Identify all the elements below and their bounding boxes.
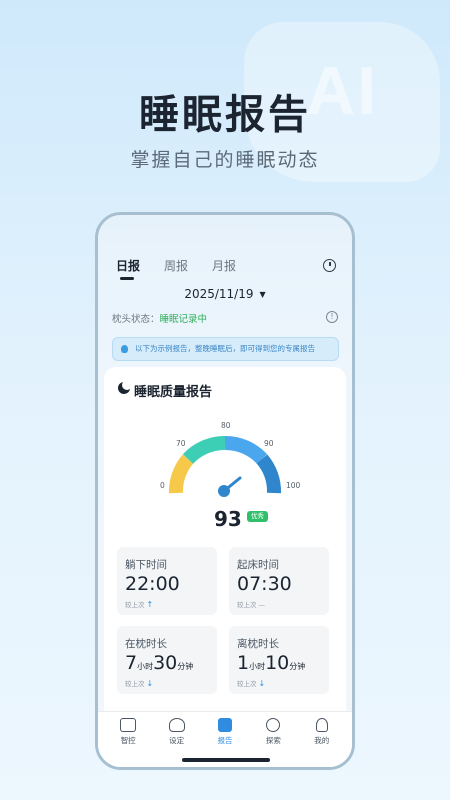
- stat-bedtime[interactable]: 躺下时间 22:00 较上次 ↑: [117, 547, 217, 615]
- gauge-label-70: 70: [176, 439, 186, 448]
- stat-value: 22:00: [125, 573, 180, 595]
- nav-label: 设定: [169, 736, 185, 745]
- hero-subtitle: 掌握自己的睡眠动态: [130, 149, 320, 171]
- compare-label: 较上次: [237, 680, 257, 688]
- minutes-unit: 分钟: [289, 662, 306, 671]
- arrow-down-icon: ↓: [258, 679, 266, 688]
- info-icon[interactable]: !: [326, 311, 338, 323]
- compare-label: 较上次: [125, 601, 145, 609]
- stat-label: 离枕时长: [237, 638, 279, 650]
- notice-text: 以下为示例报告，整晚睡眠后，即可得到您的专属报告: [135, 344, 315, 353]
- gauge-label-80: 80: [221, 421, 231, 430]
- history-icon[interactable]: [323, 259, 336, 272]
- gauge-needle: [222, 476, 242, 493]
- arrow-up-icon: ↑: [146, 600, 154, 609]
- sleep-score: 93: [214, 507, 242, 531]
- sample-notice-banner: 以下为示例报告，整晚睡眠后，即可得到您的专属报告: [112, 337, 339, 361]
- date-selector[interactable]: 2025/11/19 ▼: [98, 287, 352, 301]
- tab-monthly[interactable]: 月报: [212, 257, 236, 274]
- home-indicator: [182, 758, 270, 762]
- stat-out-of-bed-duration[interactable]: 离枕时长 1小时10分钟 较上次 ↓: [229, 626, 329, 694]
- tab-daily[interactable]: 日报: [116, 257, 140, 280]
- stat-compare: 较上次 ↓: [237, 678, 265, 688]
- nav-item-remote[interactable]: 智控: [108, 718, 148, 767]
- stat-label: 起床时间: [237, 559, 279, 571]
- nav-label: 智控: [120, 736, 136, 745]
- minutes-value: 10: [265, 652, 290, 674]
- nav-label: 报告: [217, 736, 233, 745]
- tab-weekly[interactable]: 周报: [164, 257, 188, 274]
- status-label: 枕头状态：: [112, 314, 160, 325]
- hero-title: 睡眠报告: [139, 92, 311, 138]
- compare-label: 较上次: [125, 680, 145, 688]
- hours-value: 1: [237, 652, 250, 674]
- stat-value: 07:30: [237, 573, 292, 595]
- nav-label: 探索: [265, 736, 281, 745]
- stat-wake-time[interactable]: 起床时间 07:30 较上次 —: [229, 547, 329, 615]
- settings-icon: [168, 718, 185, 732]
- profile-icon: [315, 718, 328, 732]
- gauge-segment-4: [256, 454, 281, 494]
- arrow-down-icon: ↓: [146, 679, 154, 688]
- compare-label: 较上次: [237, 601, 257, 609]
- phone-frame: 日报 周报 月报 2025/11/19 ▼ 枕头状态：睡眠记录中 ! 以下为示例报…: [95, 212, 355, 770]
- gauge-segment-3: [224, 435, 268, 464]
- nav-label: 我的: [314, 736, 330, 745]
- score-badge: 优秀: [247, 511, 268, 522]
- remote-icon: [120, 718, 137, 732]
- gauge-label-0: 0: [160, 481, 165, 490]
- gauge-segment-2: [182, 435, 226, 464]
- gauge-label-100: 100: [286, 481, 301, 490]
- caret-down-icon: ▼: [259, 290, 266, 299]
- hours-value: 7: [125, 652, 138, 674]
- hours-unit: 小时: [137, 662, 154, 671]
- minutes-unit: 分钟: [177, 662, 194, 671]
- pillow-status: 枕头状态：睡眠记录中 !: [112, 311, 338, 325]
- stat-in-bed-duration[interactable]: 在枕时长 7小时30分钟 较上次 ↓: [117, 626, 217, 694]
- report-icon: [217, 718, 232, 732]
- sleep-quality-card: 睡眠质量报告 0 70 80 90 100 93 优秀 躺下时间 22:00 较…: [104, 367, 346, 727]
- stat-compare: 较上次 ↑: [125, 599, 153, 609]
- gauge-segment-1: [169, 454, 194, 494]
- app-screen: 日报 周报 月报 2025/11/19 ▼ 枕头状态：睡眠记录中 ! 以下为示例报…: [98, 215, 352, 767]
- date-label: 2025/11/19: [184, 287, 254, 301]
- stat-value: 1小时10分钟: [237, 652, 305, 674]
- stat-label: 躺下时间: [125, 559, 167, 571]
- minutes-value: 30: [153, 652, 178, 674]
- stat-compare: 较上次 ↓: [125, 678, 153, 688]
- status-value: 睡眠记录中: [159, 314, 208, 325]
- stat-value: 7小时30分钟: [125, 652, 193, 674]
- stat-compare: 较上次 —: [237, 599, 265, 609]
- lightbulb-icon: [121, 345, 128, 353]
- score-gauge: [160, 421, 292, 501]
- stat-label: 在枕时长: [125, 638, 167, 650]
- hours-unit: 小时: [249, 662, 266, 671]
- nav-item-profile[interactable]: 我的: [302, 718, 342, 767]
- dash-icon: —: [258, 601, 266, 609]
- card-title: 睡眠质量报告: [134, 385, 213, 400]
- report-tabs: 日报 周报 月报: [116, 257, 236, 280]
- explore-icon: [266, 718, 281, 732]
- moon-icon: [118, 380, 132, 394]
- gauge-label-90: 90: [264, 439, 274, 448]
